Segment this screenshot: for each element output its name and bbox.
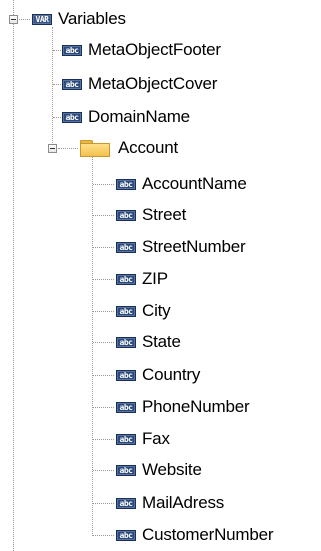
tree-node-country[interactable]: abc Country xyxy=(116,363,200,387)
collapse-toggle-variables[interactable] xyxy=(9,15,18,24)
tree-connector xyxy=(93,439,114,440)
string-variable-icon: abc xyxy=(116,241,136,253)
string-variable-icon: abc xyxy=(116,209,136,221)
tree-node-state[interactable]: abc State xyxy=(116,330,181,354)
tree-node-domainname[interactable]: abc DomainName xyxy=(62,105,190,129)
tree-connector xyxy=(93,311,114,312)
tree-node-zip[interactable]: abc ZIP xyxy=(116,267,168,291)
string-variable-icon: abc xyxy=(116,529,136,541)
tree-connector xyxy=(53,117,61,118)
tree-node-metaobjectfooter[interactable]: abc MetaObjectFooter xyxy=(62,38,221,62)
string-variable-icon: abc xyxy=(62,44,82,56)
tree-node-label: Fax xyxy=(142,429,170,448)
tree-node-metaobjectcover[interactable]: abc MetaObjectCover xyxy=(62,72,217,96)
collapse-toggle-account[interactable] xyxy=(48,144,57,153)
tree-connector xyxy=(19,19,30,20)
string-variable-icon: abc xyxy=(116,433,136,445)
tree-node-label: MailAdress xyxy=(142,493,225,512)
string-variable-icon: abc xyxy=(116,369,136,381)
tree-node-mailadress[interactable]: abc MailAdress xyxy=(116,491,224,515)
var-icon: VAR xyxy=(32,13,52,25)
string-variable-icon: abc xyxy=(62,78,82,90)
tree-node-label: Account xyxy=(118,138,179,157)
tree-node-label: PhoneNumber xyxy=(142,397,250,416)
tree-connector xyxy=(93,215,114,216)
tree-node-label: StreetNumber xyxy=(142,237,246,256)
string-variable-icon: abc xyxy=(116,497,136,509)
tree-node-variables[interactable]: VAR Variables xyxy=(32,7,126,31)
string-variable-icon: abc xyxy=(116,273,136,285)
tree-node-label: Street xyxy=(142,205,187,224)
tree-node-account[interactable]: Account xyxy=(80,136,178,160)
tree-node-street[interactable]: abc Street xyxy=(116,203,186,227)
tree-node-label: State xyxy=(142,332,181,351)
tree-node-label: Website xyxy=(142,460,202,479)
tree-node-streetnumber[interactable]: abc StreetNumber xyxy=(116,235,246,259)
string-variable-icon: abc xyxy=(116,305,136,317)
tree-node-label: Variables xyxy=(58,9,126,28)
tree-node-label: MetaObjectCover xyxy=(88,74,218,93)
tree-connector xyxy=(93,342,114,343)
tree-node-website[interactable]: abc Website xyxy=(116,458,202,482)
tree-node-accountname[interactable]: abc AccountName xyxy=(116,172,247,196)
variables-tree: VAR Variables abc MetaObjectFooter abc M… xyxy=(0,0,321,551)
tree-connector xyxy=(92,157,93,536)
tree-node-label: City xyxy=(142,301,171,320)
tree-node-fax[interactable]: abc Fax xyxy=(116,427,170,451)
string-variable-icon: abc xyxy=(116,336,136,348)
tree-node-label: MetaObjectFooter xyxy=(88,40,221,59)
tree-connector xyxy=(93,535,114,536)
tree-node-phonenumber[interactable]: abc PhoneNumber xyxy=(116,395,250,419)
tree-connector xyxy=(58,148,78,149)
string-variable-icon: abc xyxy=(62,111,82,123)
tree-node-city[interactable]: abc City xyxy=(116,299,171,323)
tree-connector xyxy=(53,84,61,85)
tree-connector xyxy=(52,27,53,147)
tree-connector xyxy=(93,247,114,248)
tree-node-label: DomainName xyxy=(88,107,190,126)
string-variable-icon: abc xyxy=(116,178,136,190)
tree-connector xyxy=(93,503,114,504)
tree-connector xyxy=(53,50,61,51)
tree-connector xyxy=(93,184,114,185)
tree-connector xyxy=(13,0,14,551)
tree-connector xyxy=(93,375,114,376)
tree-node-label: CustomerNumber xyxy=(142,525,274,544)
tree-node-label: AccountName xyxy=(142,174,247,193)
string-variable-icon: abc xyxy=(116,464,136,476)
tree-connector xyxy=(93,407,114,408)
tree-node-customernumber[interactable]: abc CustomerNumber xyxy=(116,523,274,547)
tree-connector xyxy=(93,470,114,471)
tree-connector xyxy=(93,279,114,280)
string-variable-icon: abc xyxy=(116,401,136,413)
tree-node-label: ZIP xyxy=(142,269,168,288)
tree-node-label: Country xyxy=(142,365,201,384)
folder-icon xyxy=(80,139,110,157)
